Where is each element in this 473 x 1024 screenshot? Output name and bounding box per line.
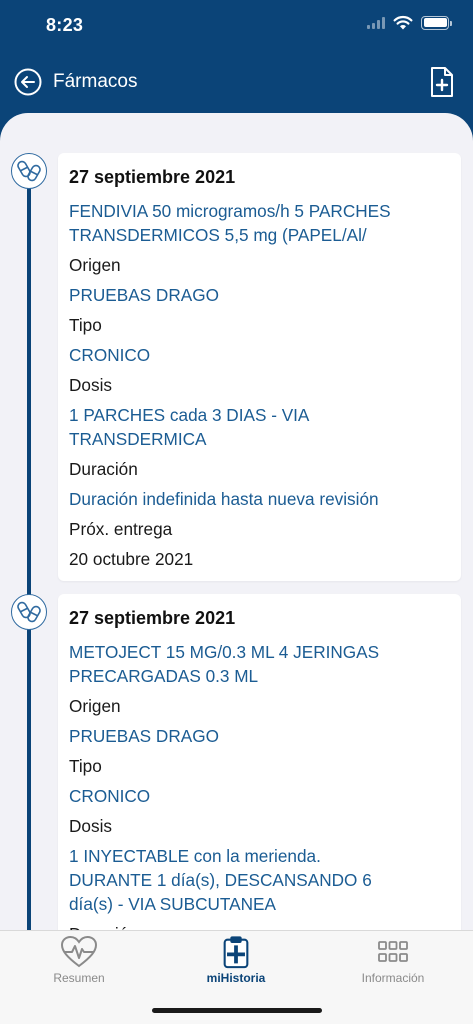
drug-name: PRECARGADAS 0.3 ML (69, 666, 259, 686)
duracion-label: Duración (69, 922, 450, 930)
medication-card[interactable]: 27 septiembre 2021 METOJECT 15 MG/0.3 ML… (58, 594, 461, 930)
entry-date: 27 septiembre 2021 (69, 167, 236, 187)
tab-informacion[interactable]: Información (333, 935, 453, 985)
entrega-label: Próx. entrega (69, 519, 173, 539)
drug-name: METOJECT 15 MG/0.3 ML 4 JERINGAS (69, 642, 380, 662)
status-bar: 8:23 (0, 0, 473, 52)
tab-label: Resumen (53, 971, 105, 985)
clipboard-plus-icon (223, 936, 249, 969)
tipo-value: CRONICO (69, 345, 151, 365)
dosis-value: 1 PARCHES cada 3 DIAS - VIA (69, 405, 310, 425)
back-button[interactable] (14, 68, 42, 96)
origen-label: Origen (69, 255, 121, 275)
duracion-label: Duración (69, 459, 138, 479)
status-time: 8:23 (46, 15, 84, 35)
dosis-value: DURANTE 1 día(s), DESCANSANDO 6 (69, 870, 372, 890)
wifi-icon (393, 15, 413, 30)
medication-list[interactable]: 27 septiembre 2021 FENDIVIA 50 microgram… (0, 113, 473, 930)
tipo-label: Tipo (69, 315, 102, 335)
drug-name: FENDIVIA 50 microgramos/h 5 PARCHES (69, 201, 391, 221)
tab-resumen[interactable]: Resumen (19, 935, 139, 985)
grid-icon (378, 941, 408, 962)
pills-icon (11, 153, 47, 189)
dosis-label: Dosis (69, 816, 112, 836)
status-icons (367, 15, 452, 30)
dosis-label: Dosis (69, 375, 112, 395)
battery-fill (423, 18, 447, 27)
home-indicator[interactable] (152, 1008, 322, 1013)
entrega-value: 20 octubre 2021 (69, 549, 194, 569)
add-document-button[interactable] (429, 66, 455, 98)
dosis-value: 1 INYECTABLE con la merienda. (69, 846, 321, 866)
pills-icon (11, 594, 47, 630)
heart-pulse-icon (60, 935, 98, 968)
timeline-line (27, 171, 31, 930)
origen-value: PRUEBAS DRAGO (69, 285, 219, 305)
tab-label: miHistoria (206, 971, 266, 985)
tipo-label: Tipo (69, 756, 102, 776)
dosis-value: día(s) - VIA SUBCUTANEA (69, 894, 276, 914)
origen-value: PRUEBAS DRAGO (69, 726, 219, 746)
tab-label: Información (361, 971, 425, 985)
page-title: Fármacos (53, 71, 138, 92)
tab-mihistoria[interactable]: miHistoria (176, 935, 296, 985)
battery-icon (421, 15, 452, 30)
duracion-value: Duración indefinida hasta nueva revisión (69, 489, 379, 509)
medication-card[interactable]: 27 septiembre 2021 FENDIVIA 50 microgram… (58, 153, 461, 581)
drug-name: TRANSDERMICOS 5,5 mg (PAPEL/Al/ (69, 225, 367, 245)
tipo-value: CRONICO (69, 786, 151, 806)
origen-label: Origen (69, 696, 121, 716)
cellular-signal-icon (367, 16, 385, 29)
dosis-value: TRANSDERMICA (69, 429, 207, 449)
nav-bar: Fármacos (0, 52, 473, 112)
entry-date: 27 septiembre 2021 (69, 608, 236, 628)
